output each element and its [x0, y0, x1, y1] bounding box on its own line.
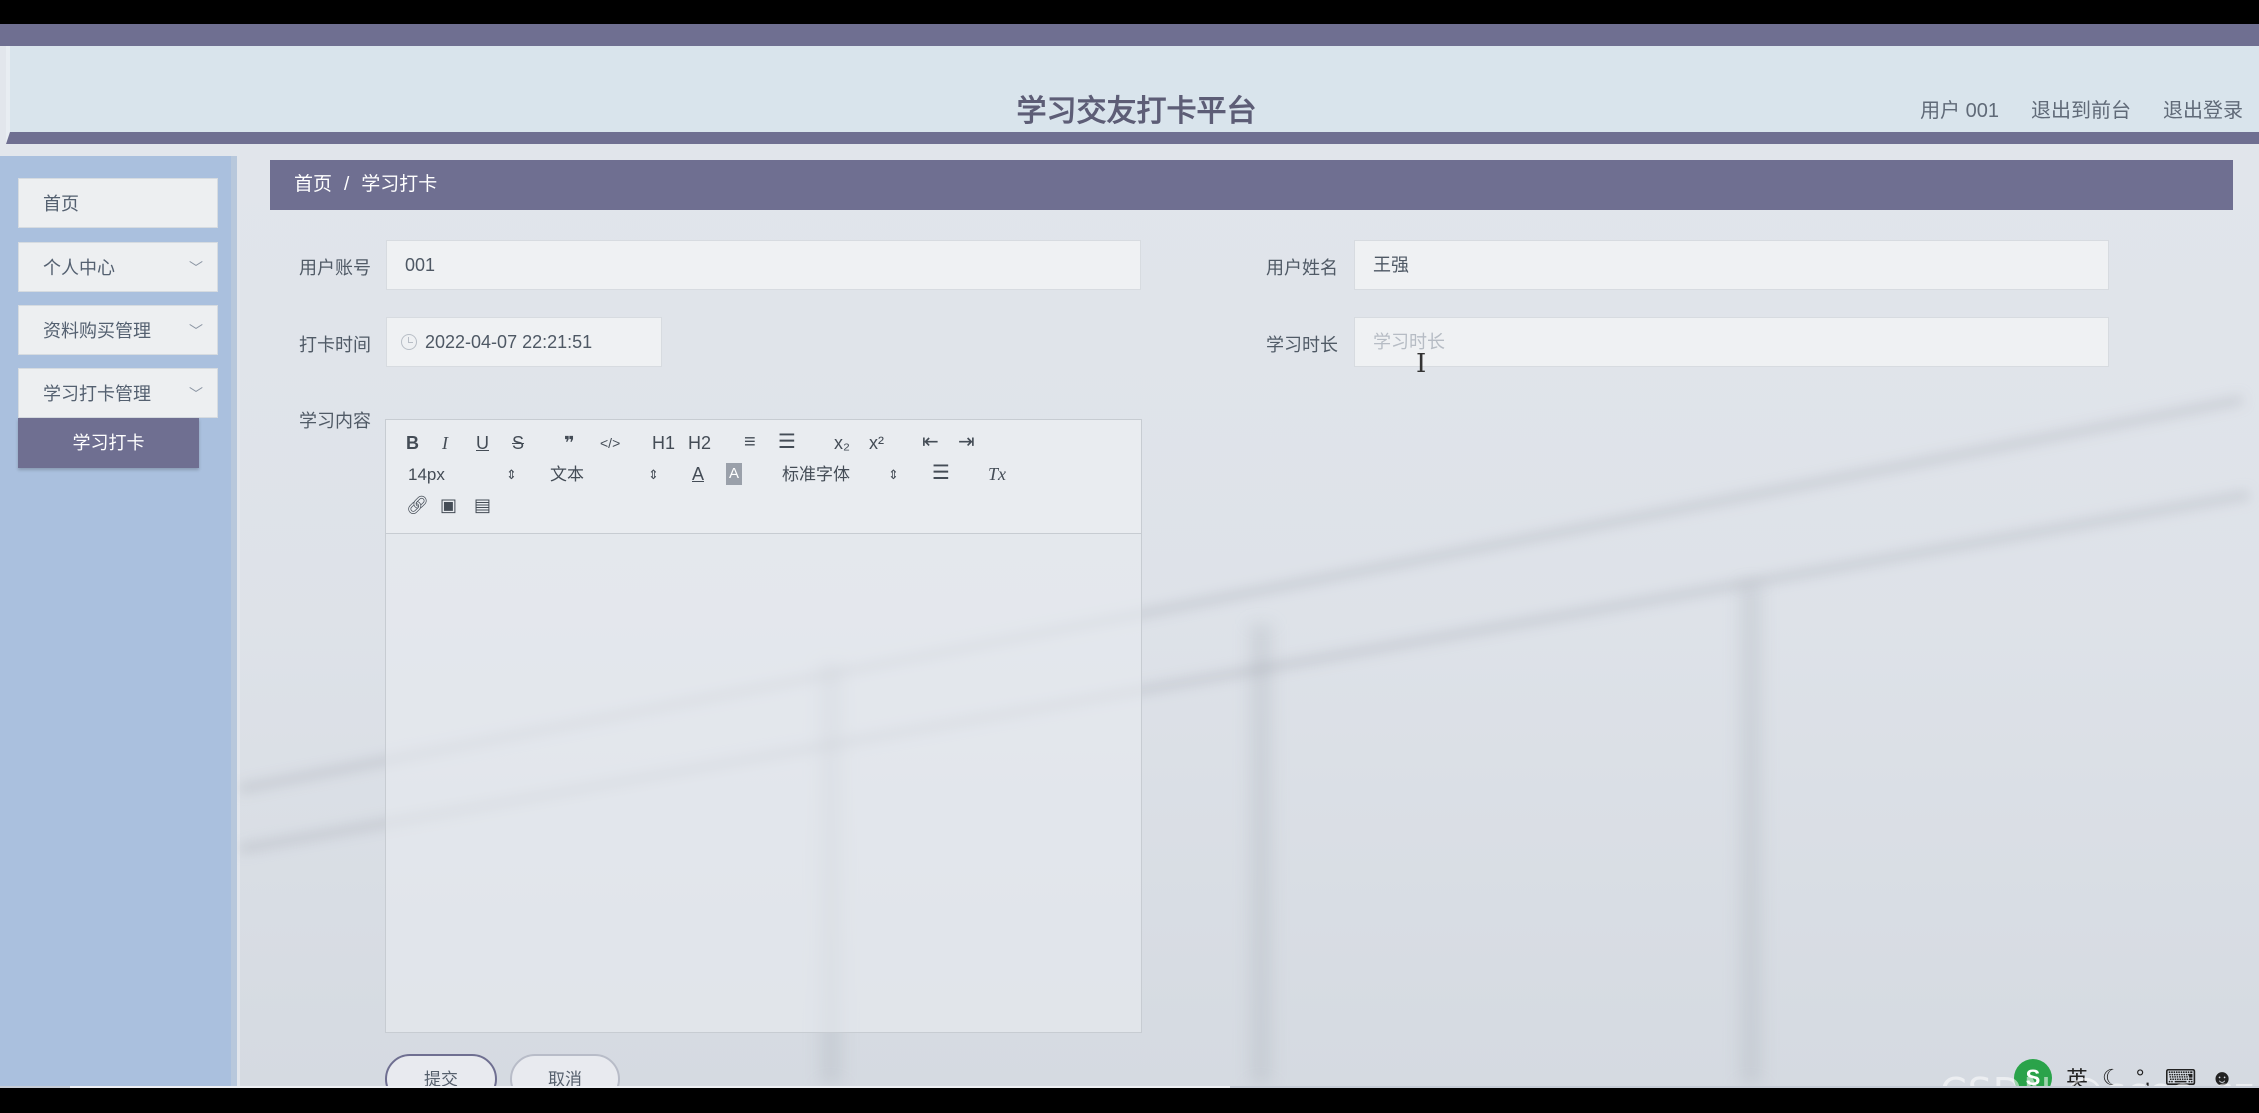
account-label: 用户账号 — [299, 258, 371, 278]
cancel-button[interactable]: 取消 — [510, 1054, 620, 1088]
video-icon[interactable]: ▤ — [474, 494, 491, 516]
superscript-icon[interactable]: x² — [869, 432, 884, 454]
top-band — [0, 24, 2259, 46]
duration-label: 学习时长 — [1266, 335, 1338, 355]
account-field[interactable]: 001 — [386, 240, 1141, 290]
subscript-icon[interactable]: x₂ — [834, 432, 850, 454]
font-size-value: 14px — [408, 465, 445, 484]
content-label: 学习内容 — [299, 411, 371, 431]
font-family-select[interactable]: 标准字体 ⇕ — [782, 464, 902, 486]
select-arrow-icon: ⇕ — [506, 467, 517, 482]
chevron-down-icon: ﹀ — [189, 386, 203, 402]
to-front-link[interactable]: 退出到前台 — [2031, 94, 2131, 123]
sidebar-item-label: 个人中心 — [43, 258, 115, 278]
sidebar-item-home[interactable]: 首页 — [18, 178, 218, 228]
text-cursor-icon: I — [1416, 349, 1427, 379]
editor-toolbar: B I U S ❞ </> H1 H2 ≡ ☰ x₂ x² ⇤ ⇥ 14px ⇕ … — [386, 420, 1141, 534]
user-label[interactable]: 用户 001 — [1920, 94, 1999, 123]
header-links: 用户 001 退出到前台 退出登录 — [1920, 94, 2243, 123]
heading2-icon[interactable]: H2 — [688, 432, 711, 454]
code-block-icon[interactable]: </> — [600, 432, 620, 454]
clock-icon — [401, 334, 417, 350]
submit-button[interactable]: 提交 — [385, 1054, 497, 1088]
bullet-list-icon[interactable]: ☰ — [778, 431, 796, 453]
indent-icon[interactable]: ⇥ — [958, 431, 975, 453]
header: 学习交友打卡平台 用户 001 退出到前台 退出登录 — [6, 46, 2259, 144]
blockquote-icon[interactable]: ❞ — [564, 432, 575, 454]
ordered-list-icon[interactable]: ≡ — [744, 431, 756, 453]
breadcrumb-separator: / — [344, 174, 350, 195]
background-post — [1250, 624, 1272, 1084]
sidebar-subitem-study-checkin[interactable]: 学习打卡 — [18, 418, 199, 468]
breadcrumb-home[interactable]: 首页 — [294, 174, 332, 195]
sidebar-item-material-purchase[interactable]: 资料购买管理 ﹀ — [18, 305, 218, 355]
breadcrumb: 首页 / 学习打卡 — [270, 160, 2233, 210]
text-type-value: 文本 — [550, 465, 584, 484]
editor-content-area[interactable] — [386, 535, 1141, 1032]
time-label: 打卡时间 — [299, 335, 371, 355]
select-arrow-icon: ⇕ — [888, 467, 899, 482]
font-family-value: 标准字体 — [782, 465, 850, 484]
sidebar: 首页 个人中心 ﹀ 资料购买管理 ﹀ 学习打卡管理 ﹀ 学习打卡 — [0, 156, 237, 1088]
time-field[interactable]: 2022-04-07 22:21:51 — [386, 317, 662, 367]
outdent-icon[interactable]: ⇤ — [922, 431, 939, 453]
logout-link[interactable]: 退出登录 — [2163, 94, 2243, 123]
heading1-icon[interactable]: H1 — [652, 432, 675, 454]
chevron-down-icon: ﹀ — [189, 260, 203, 276]
align-icon[interactable]: ☰ — [932, 462, 950, 484]
breadcrumb-current: 学习打卡 — [361, 174, 438, 195]
clear-format-icon[interactable]: Tx — [988, 463, 1006, 485]
background-post — [1740, 584, 1762, 1084]
text-type-select[interactable]: 文本 ⇕ — [550, 464, 660, 486]
screen-bottom-edge — [0, 1088, 2259, 1113]
rich-text-editor: B I U S ❞ </> H1 H2 ≡ ☰ x₂ x² ⇤ ⇥ 14px ⇕ … — [385, 419, 1142, 1033]
app-window: 学习交友打卡平台 用户 001 退出到前台 退出登录 首页 个人中心 ﹀ 资料购… — [0, 24, 2259, 1088]
name-field[interactable]: 王强 — [1354, 240, 2109, 290]
select-arrow-icon: ⇕ — [648, 467, 659, 482]
sidebar-item-personal-center[interactable]: 个人中心 ﹀ — [18, 242, 218, 292]
duration-field[interactable]: 学习时长 — [1354, 317, 2109, 367]
image-icon[interactable]: ▣ — [440, 494, 457, 516]
sidebar-item-label: 首页 — [43, 194, 79, 214]
sidebar-item-label: 学习打卡管理 — [43, 384, 151, 404]
font-color-icon[interactable]: A — [692, 463, 704, 485]
background-color-icon[interactable]: A — [726, 463, 743, 485]
time-value: 2022-04-07 22:21:51 — [425, 332, 593, 352]
underline-icon[interactable]: U — [476, 432, 489, 454]
link-icon[interactable]: 🔗︎ — [406, 494, 429, 516]
font-size-select[interactable]: 14px ⇕ — [408, 464, 518, 486]
sidebar-item-study-checkin-management[interactable]: 学习打卡管理 ﹀ — [18, 368, 218, 418]
name-label: 用户姓名 — [1266, 258, 1338, 278]
sidebar-item-label: 资料购买管理 — [43, 321, 151, 341]
italic-icon[interactable]: I — [442, 432, 448, 454]
bold-icon[interactable]: B — [406, 432, 419, 454]
chevron-down-icon: ﹀ — [189, 323, 203, 339]
strike-icon[interactable]: S — [512, 432, 524, 454]
